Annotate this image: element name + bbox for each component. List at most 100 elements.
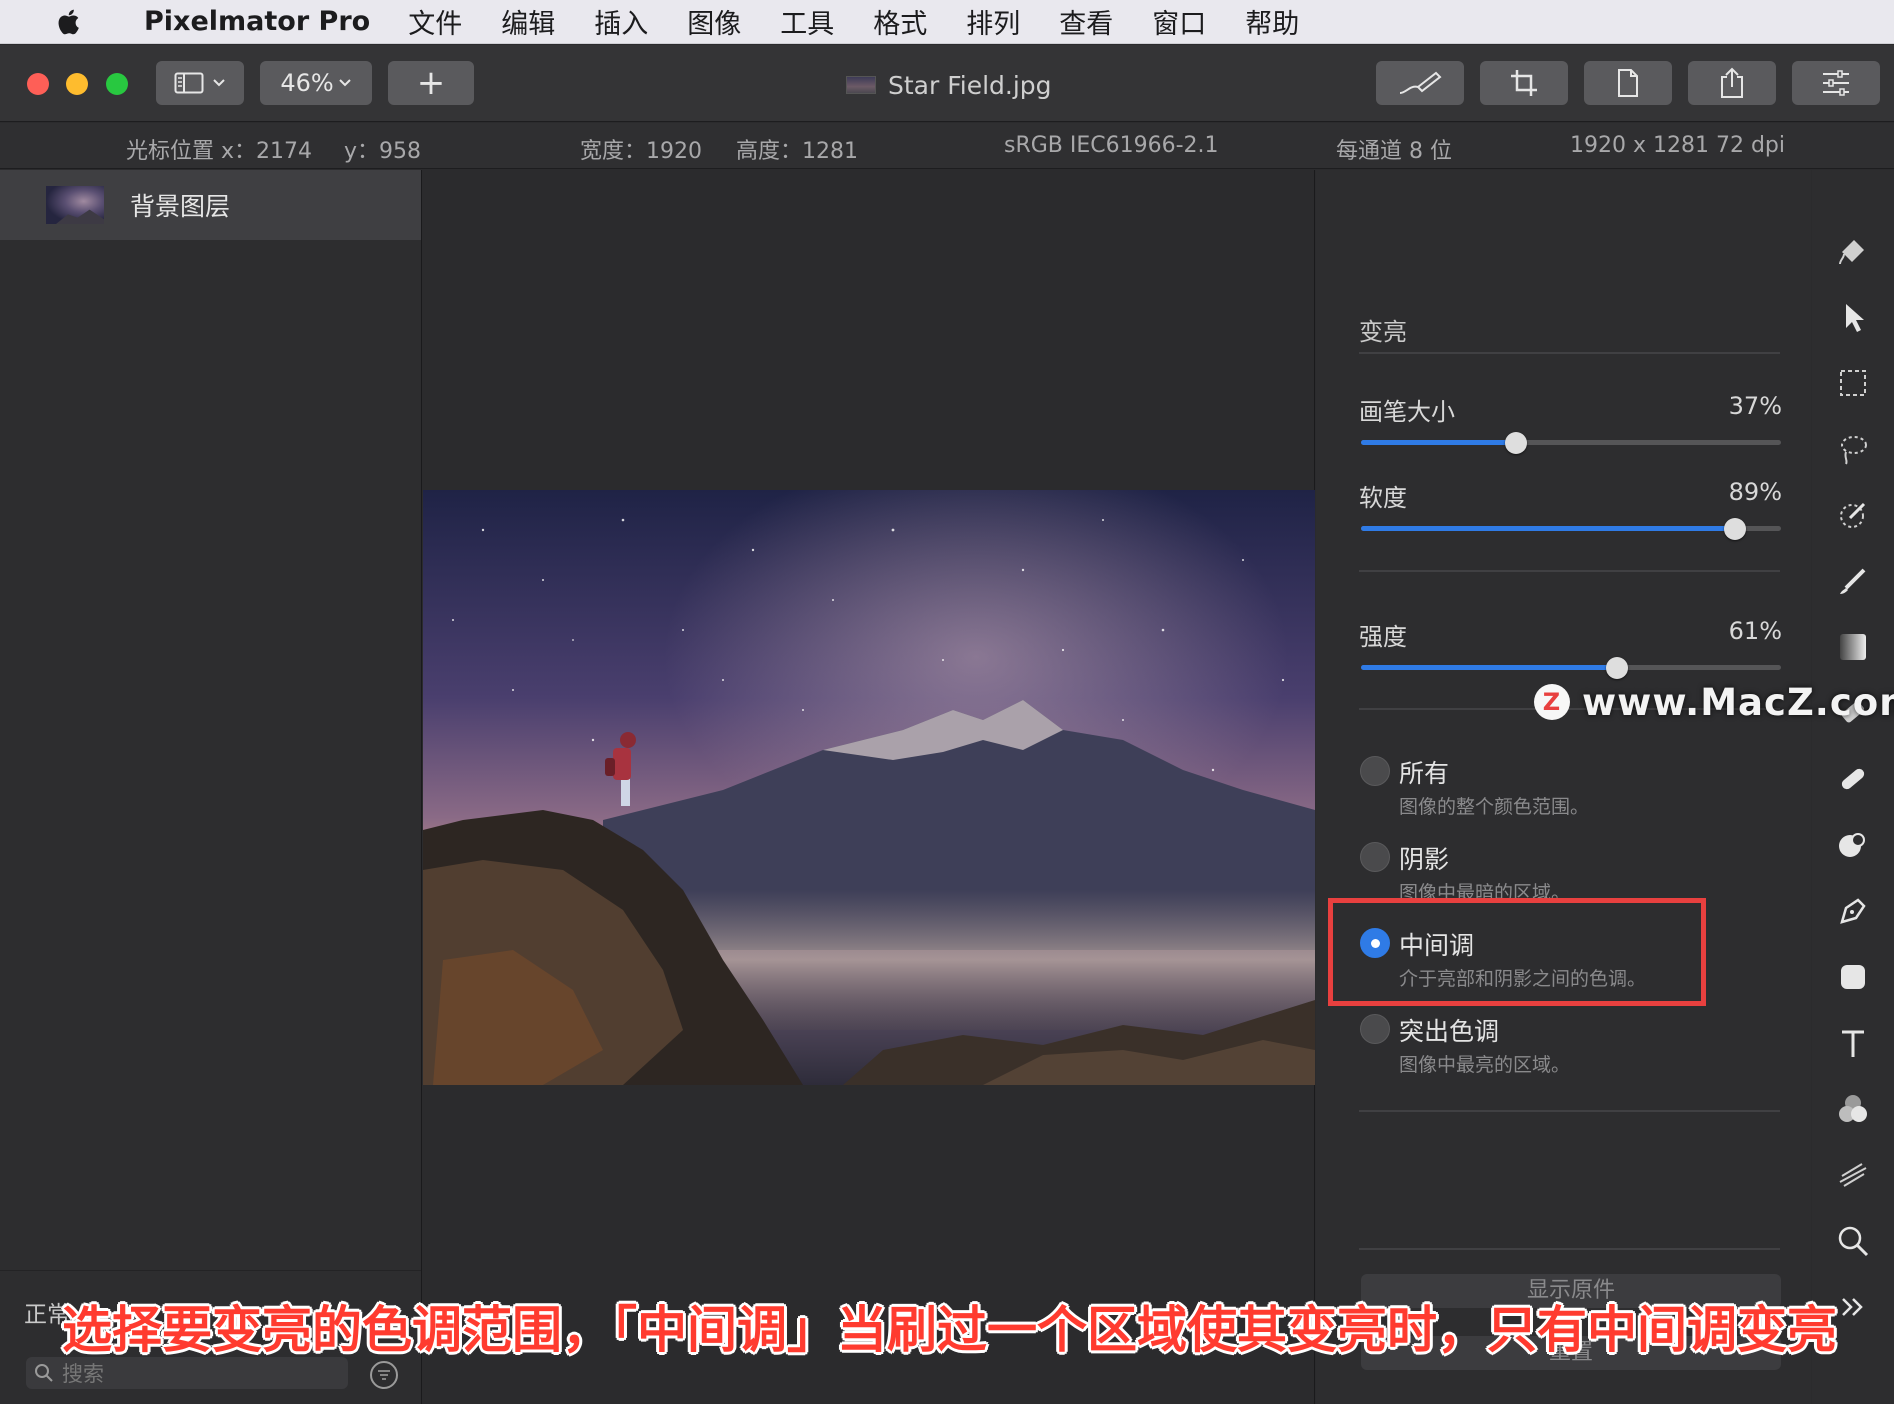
brush-size-slider[interactable]: [1361, 432, 1781, 454]
midtones-highlight-frame: [1328, 898, 1706, 1006]
adjustments-button[interactable]: [1792, 61, 1880, 105]
document-button[interactable]: [1584, 61, 1672, 105]
menu-bar: Pixelmator Pro 文件 编辑 插入 图像 工具 格式 排列 查看 窗…: [0, 0, 1894, 44]
rect-select-icon[interactable]: [1830, 360, 1876, 406]
zoom-icon[interactable]: [1830, 1218, 1876, 1264]
gradient-icon[interactable]: [1830, 624, 1876, 670]
tool-options-panel: 变亮 画笔大小 37% 软度 89% 强度 61% 所有 图像的整个颜色范围。 …: [1316, 170, 1811, 1404]
brush-stroke-icon: [1399, 71, 1442, 94]
arrow-icon[interactable]: [1830, 294, 1876, 340]
color-adjust-icon[interactable]: [1830, 1086, 1876, 1132]
range-highlights-title[interactable]: 突出色调: [1399, 1012, 1499, 1048]
menu-view[interactable]: 查看: [1059, 2, 1113, 41]
clone-icon[interactable]: [1830, 822, 1876, 868]
layer-search-input[interactable]: 搜索: [26, 1357, 348, 1389]
range-all-title[interactable]: 所有: [1399, 754, 1449, 790]
tools-sidebar: [1812, 170, 1894, 1404]
range-all-desc: 图像的整个颜色范围。: [1399, 796, 1590, 818]
menu-arrange[interactable]: 排列: [966, 2, 1020, 41]
document-title: Star Field.jpg: [846, 65, 1052, 105]
divider: [1359, 570, 1780, 572]
share-button[interactable]: [1688, 61, 1776, 105]
cursor-x-readout: 光标位置 x：2174: [126, 139, 313, 164]
crop-icon: [1511, 70, 1537, 96]
zoom-value: 46%: [280, 69, 334, 97]
image-dimensions: 1920 x 1281 72 dpi: [1570, 133, 1786, 158]
menu-file[interactable]: 文件: [408, 2, 462, 41]
brush-size-label: 画笔大小: [1359, 398, 1455, 426]
paint-bucket-icon[interactable]: [1830, 228, 1876, 274]
color-profile: sRGB IEC61966-2.1: [1004, 133, 1219, 158]
chevron-down-icon: [338, 79, 351, 87]
brush-size-value: 37%: [1728, 392, 1782, 420]
canvas-area[interactable]: [423, 170, 1315, 1404]
repair-icon[interactable]: [1830, 756, 1876, 802]
menu-tools[interactable]: 工具: [780, 2, 834, 41]
add-button[interactable]: +: [388, 61, 474, 105]
slider-fill: [1361, 665, 1618, 670]
filter-icon: [378, 1370, 390, 1380]
image-info-bar: 光标位置 x：2174 y：958 宽度：1920 高度：1281 sRGB I…: [0, 123, 1894, 169]
app-name-menu[interactable]: Pixelmator Pro: [144, 6, 370, 37]
layer-row[interactable]: 背景图层: [0, 170, 421, 240]
document-icon: [1618, 69, 1638, 97]
slider-fill: [1361, 440, 1517, 445]
slider-fill: [1361, 526, 1735, 531]
star-field-photo[interactable]: [423, 490, 1315, 1085]
document-title-text: Star Field.jpg: [888, 70, 1052, 100]
slider-knob[interactable]: [1723, 518, 1746, 540]
zoom-dropdown[interactable]: 46%: [260, 61, 372, 105]
sliders-icon: [1823, 70, 1849, 96]
app-window: Pixelmator Pro 文件 编辑 插入 图像 工具 格式 排列 查看 窗…: [0, 0, 1894, 1404]
range-radio-all[interactable]: [1360, 756, 1390, 786]
divider: [1359, 352, 1780, 354]
range-radio-highlights[interactable]: [1360, 1014, 1390, 1044]
share-icon: [1721, 67, 1743, 98]
minimize-window-button[interactable]: [66, 73, 88, 95]
cursor-y-readout: y：958: [344, 139, 422, 164]
search-placeholder: 搜索: [62, 1362, 104, 1386]
layers-panel: 背景图层 正常 搜索: [0, 170, 422, 1404]
menu-edit[interactable]: 编辑: [501, 2, 555, 41]
sidebar-toggle-button[interactable]: [156, 61, 244, 105]
range-shadows-title[interactable]: 阴影: [1399, 840, 1449, 876]
menu-help[interactable]: 帮助: [1245, 2, 1299, 41]
distort-icon[interactable]: [1830, 1152, 1876, 1198]
menu-image[interactable]: 图像: [687, 2, 741, 41]
divider: [1359, 1248, 1780, 1250]
lasso-icon[interactable]: [1830, 426, 1876, 472]
image-width: 宽度：1920: [580, 139, 702, 164]
menu-format[interactable]: 格式: [873, 2, 927, 41]
menu-window[interactable]: 窗口: [1152, 2, 1206, 41]
slider-knob[interactable]: [1606, 657, 1629, 679]
filter-button[interactable]: [370, 1361, 398, 1389]
divider: [1359, 1110, 1780, 1112]
text-icon[interactable]: [1830, 1020, 1876, 1066]
tool-title: 变亮: [1359, 318, 1407, 346]
range-highlights-desc: 图像中最亮的区域。: [1399, 1054, 1571, 1076]
close-window-button[interactable]: [27, 73, 49, 95]
softness-slider[interactable]: [1361, 518, 1781, 540]
layer-name: 背景图层: [130, 192, 231, 221]
strength-value: 61%: [1728, 617, 1782, 645]
search-icon: [35, 1364, 53, 1382]
strength-label: 强度: [1359, 623, 1407, 651]
crop-button[interactable]: [1480, 61, 1568, 105]
menu-insert[interactable]: 插入: [594, 2, 648, 41]
strength-slider[interactable]: [1361, 657, 1781, 679]
pen-icon[interactable]: [1830, 888, 1876, 934]
paint-tools-button[interactable]: [1376, 61, 1464, 105]
document-thumbnail: [846, 76, 876, 94]
watermark-text: www.MacZ.com: [1582, 680, 1894, 724]
image-height: 高度：1281: [736, 139, 858, 164]
range-radio-shadows[interactable]: [1360, 842, 1390, 872]
brush-icon[interactable]: [1830, 558, 1876, 604]
tutorial-caption: 选择要变亮的色调范围，「中间调」当刷过一个区域使其变亮时，只有中间调变亮: [62, 1301, 1837, 1359]
color-select-icon[interactable]: [1830, 492, 1876, 538]
apple-icon[interactable]: [40, 8, 96, 36]
watermark: Z www.MacZ.com: [1534, 680, 1894, 724]
slider-knob[interactable]: [1505, 432, 1528, 454]
shape-icon[interactable]: [1830, 954, 1876, 1000]
zoom-window-button[interactable]: [106, 73, 128, 95]
bit-depth: 每通道 8 位: [1336, 139, 1452, 164]
